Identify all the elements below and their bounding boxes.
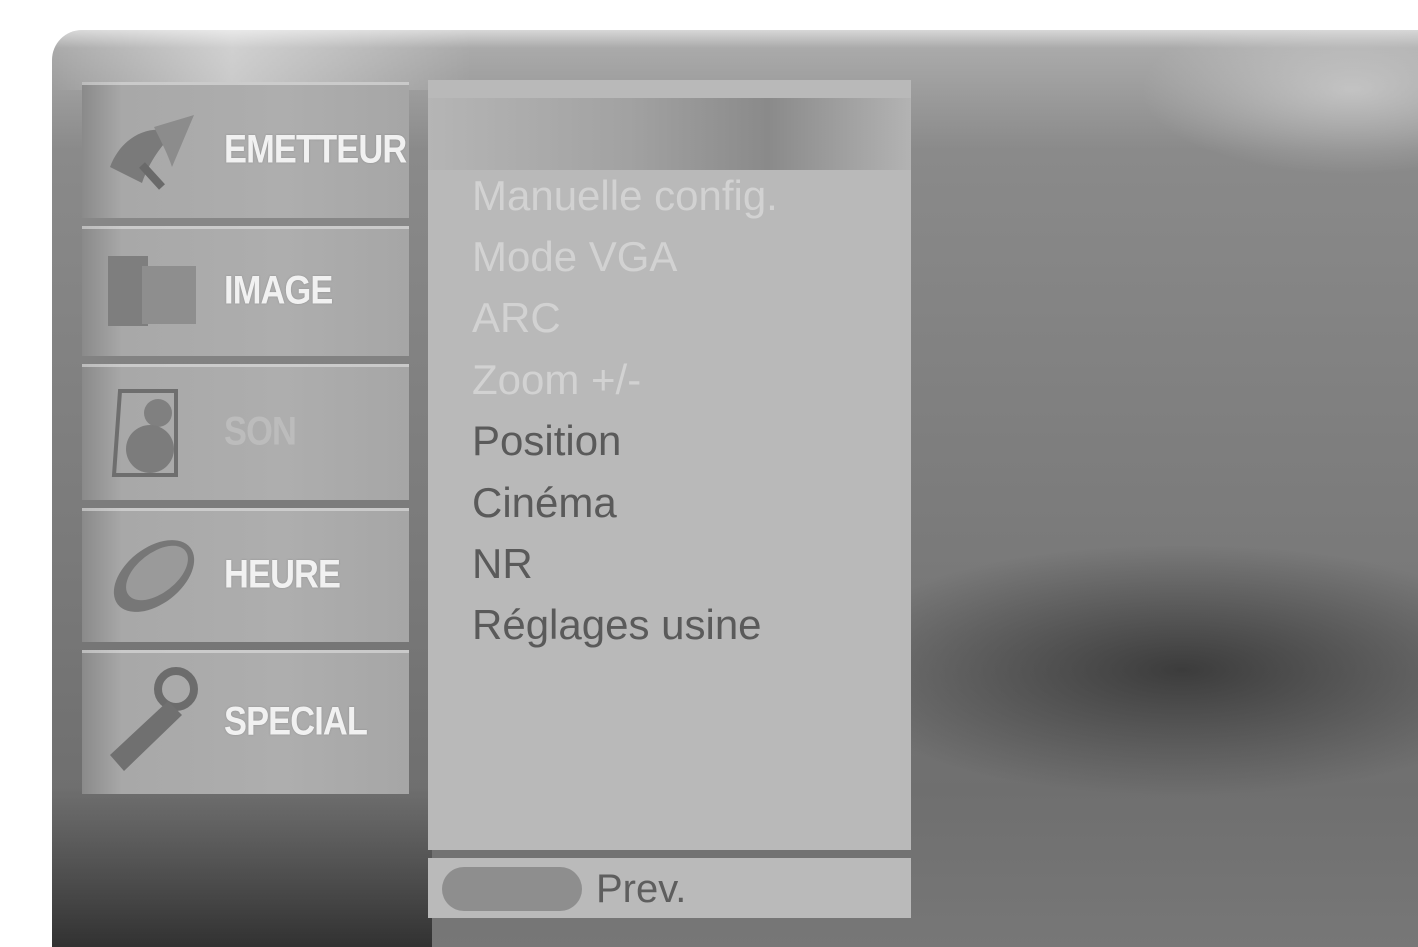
satellite-dish-icon — [102, 105, 202, 195]
prev-key-button[interactable] — [442, 867, 582, 911]
category-special[interactable]: SPECIAL — [82, 650, 409, 794]
submenu-title-bar — [428, 80, 911, 98]
speaker-icon — [102, 387, 202, 477]
category-label: SON — [224, 409, 297, 454]
wrench-icon — [102, 667, 202, 777]
category-label: EMETTEUR — [224, 127, 407, 172]
menu-item-manuelle-config[interactable]: Manuelle config. — [472, 172, 778, 220]
category-label: IMAGE — [224, 268, 333, 313]
menu-item-zoom[interactable]: Zoom +/- — [472, 356, 641, 404]
clock-icon — [102, 530, 202, 620]
category-image[interactable]: IMAGE — [82, 226, 409, 356]
menu-item-reglages-usine[interactable]: Réglages usine — [472, 601, 762, 649]
menu-item-nr[interactable]: NR — [472, 540, 533, 588]
menu-item-position[interactable]: Position — [472, 417, 621, 465]
menu-item-mode-vga[interactable]: Mode VGA — [472, 233, 677, 281]
menu-item-cinema[interactable]: Cinéma — [472, 479, 617, 527]
category-son[interactable]: SON — [82, 364, 409, 500]
submenu-panel: Manuelle config. Mode VGA ARC Zoom +/- P… — [428, 170, 911, 850]
category-emetteur[interactable]: EMETTEUR — [82, 82, 409, 218]
menu-item-arc[interactable]: ARC — [472, 294, 561, 342]
category-heure[interactable]: HEURE — [82, 508, 409, 642]
footer-bar: Prev. — [428, 858, 911, 918]
submenu-header — [428, 98, 911, 170]
category-label: SPECIAL — [224, 699, 368, 744]
prev-label: Prev. — [596, 867, 687, 911]
category-label: HEURE — [224, 552, 341, 597]
monitor-icon — [102, 246, 202, 336]
